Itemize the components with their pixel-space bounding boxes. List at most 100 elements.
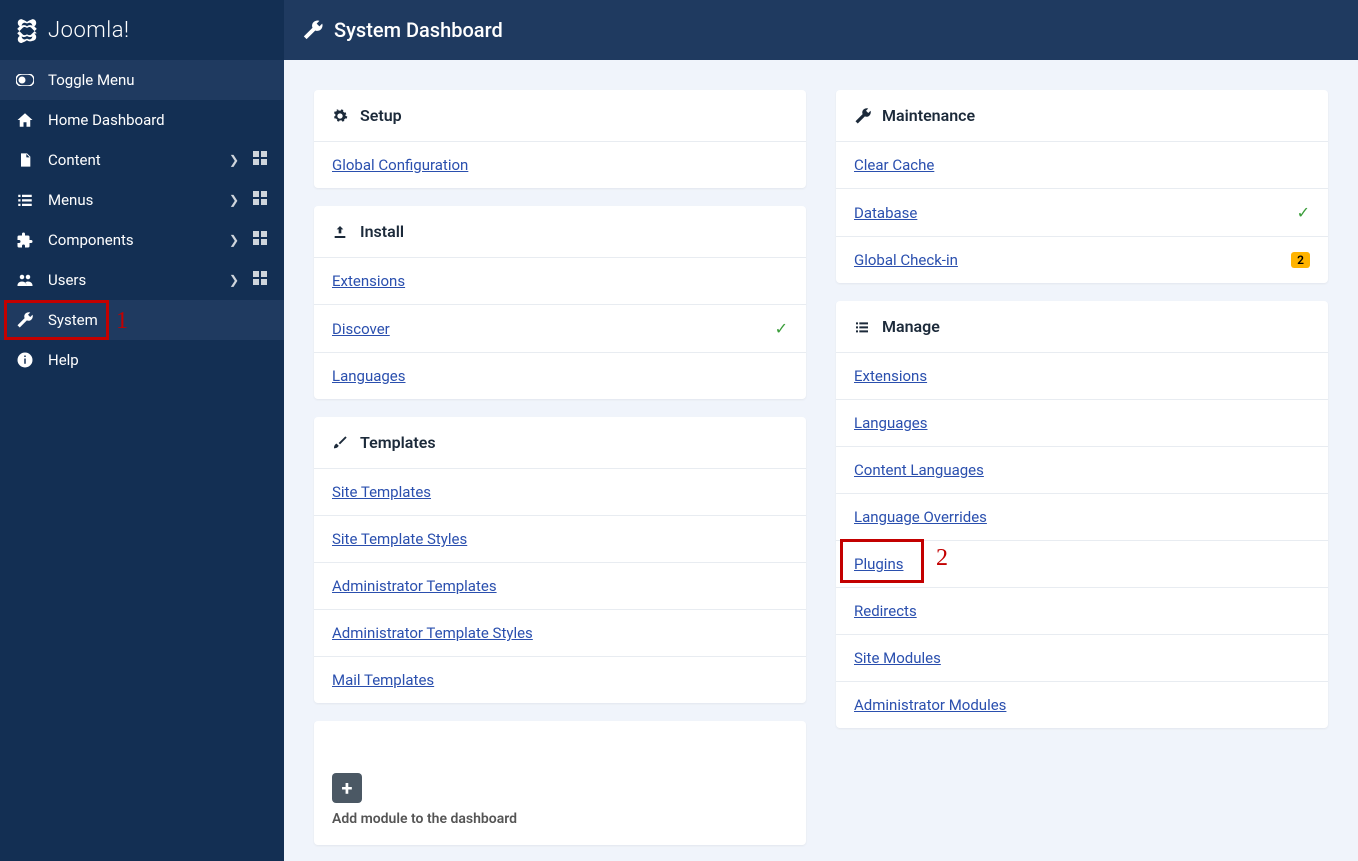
card-item: Languages <box>314 352 806 399</box>
card-item: Clear Cache <box>836 141 1328 188</box>
plus-icon: + <box>332 773 362 803</box>
add-module[interactable]: + Add module to the dashboard <box>314 721 806 845</box>
wrench-icon <box>854 107 872 125</box>
card-title: Manage <box>882 317 940 336</box>
home-icon <box>14 111 36 129</box>
card-item: Global Check-in 2 <box>836 236 1328 283</box>
card-item: Administrator Templates <box>314 562 806 609</box>
grid-icon[interactable] <box>250 151 270 169</box>
wrench-icon <box>302 19 324 41</box>
content: Setup Global Configuration Install Extensio… <box>284 60 1358 861</box>
annotation-number-2: 2 <box>936 545 948 572</box>
sidebar-item-components[interactable]: Components❯ <box>0 220 284 260</box>
card-maintenance: Maintenance Clear Cache Database ✓ Global Ch… <box>836 90 1328 283</box>
link-clear-cache[interactable]: Clear Cache <box>854 156 934 174</box>
link-languages[interactable]: Languages <box>332 367 406 385</box>
upload-icon <box>332 224 350 240</box>
link-mail-templates[interactable]: Mail Templates <box>332 671 434 689</box>
card-header: Install <box>314 206 806 257</box>
link-discover[interactable]: Discover <box>332 320 390 338</box>
chevron-right-icon[interactable]: ❯ <box>224 153 244 167</box>
chevron-right-icon[interactable]: ❯ <box>224 273 244 287</box>
card-title: Maintenance <box>882 106 975 125</box>
card-manage: Manage Extensions Languages Content Languag… <box>836 301 1328 728</box>
grid-icon[interactable] <box>250 231 270 249</box>
card-header: Templates <box>314 417 806 468</box>
chevron-right-icon[interactable]: ❯ <box>224 233 244 247</box>
sidebar-item-label: Users <box>48 271 224 289</box>
card-item: Site Templates <box>314 468 806 515</box>
card-item: Administrator Modules <box>836 681 1328 728</box>
link-plugins[interactable]: Plugins <box>854 555 903 573</box>
toggle-menu[interactable]: Toggle Menu <box>0 60 284 100</box>
link-administrator-template-styles[interactable]: Administrator Template Styles <box>332 624 533 642</box>
file-icon <box>14 151 36 169</box>
list-check-icon <box>854 319 872 335</box>
link-administrator-modules[interactable]: Administrator Modules <box>854 696 1006 714</box>
link-site-template-styles[interactable]: Site Template Styles <box>332 530 467 548</box>
annotation-number-1: 1 <box>116 308 128 335</box>
joomla-logo-icon <box>14 17 40 43</box>
link-content-languages[interactable]: Content Languages <box>854 461 984 479</box>
card-item: Administrator Template Styles <box>314 609 806 656</box>
brand-text: Joomla! <box>48 18 130 43</box>
info-icon <box>14 351 36 369</box>
sidebar-item-content[interactable]: Content❯ <box>0 140 284 180</box>
link-language-overrides[interactable]: Language Overrides <box>854 508 987 526</box>
card-item: Redirects <box>836 587 1328 634</box>
badge: 2 <box>1291 252 1310 268</box>
link-administrator-templates[interactable]: Administrator Templates <box>332 577 497 595</box>
sidebar-item-home-dashboard[interactable]: Home Dashboard <box>0 100 284 140</box>
link-extensions[interactable]: Extensions <box>332 272 405 290</box>
card-header: Manage <box>836 301 1328 352</box>
sidebar-item-users[interactable]: Users❯ <box>0 260 284 300</box>
sidebar-item-help[interactable]: Help <box>0 340 284 380</box>
card-title: Install <box>360 222 404 241</box>
card-setup: Setup Global Configuration <box>314 90 806 188</box>
card-item: Discover ✓ <box>314 304 806 352</box>
check-icon: ✓ <box>775 319 788 338</box>
add-module-label: Add module to the dashboard <box>332 811 788 827</box>
sidebar: Joomla! Toggle Menu Home DashboardConten… <box>0 0 284 861</box>
link-database[interactable]: Database <box>854 204 917 222</box>
chevron-right-icon[interactable]: ❯ <box>224 193 244 207</box>
sidebar-item-system[interactable]: System <box>0 300 284 340</box>
brush-icon <box>332 435 350 451</box>
wrench-icon <box>14 311 36 329</box>
link-global-check-in[interactable]: Global Check-in <box>854 251 958 269</box>
link-global-configuration[interactable]: Global Configuration <box>332 156 468 174</box>
sidebar-item-label: Help <box>48 351 270 369</box>
link-site-modules[interactable]: Site Modules <box>854 649 941 667</box>
card-item: Extensions <box>836 352 1328 399</box>
card-header: Maintenance <box>836 90 1328 141</box>
card-templates: Templates Site Templates Site Template Sty… <box>314 417 806 703</box>
check-icon: ✓ <box>1297 203 1310 222</box>
link-site-templates[interactable]: Site Templates <box>332 483 431 501</box>
grid-icon[interactable] <box>250 271 270 289</box>
card-item: Database ✓ <box>836 188 1328 236</box>
card-item: Mail Templates <box>314 656 806 703</box>
sidebar-item-menus[interactable]: Menus❯ <box>0 180 284 220</box>
sidebar-item-label: Components <box>48 231 224 249</box>
card-item: Content Languages <box>836 446 1328 493</box>
card-header: Setup <box>314 90 806 141</box>
page-title: System Dashboard <box>334 18 503 42</box>
link-extensions[interactable]: Extensions <box>854 367 927 385</box>
users-icon <box>14 271 36 289</box>
list-icon <box>14 191 36 209</box>
gear-icon <box>332 108 350 124</box>
card-item: Language Overrides <box>836 493 1328 540</box>
card-item: Site Template Styles <box>314 515 806 562</box>
brand[interactable]: Joomla! <box>0 0 284 60</box>
toggle-label: Toggle Menu <box>48 71 270 89</box>
link-redirects[interactable]: Redirects <box>854 602 917 620</box>
card-item: Global Configuration <box>314 141 806 188</box>
topbar: System Dashboard <box>284 0 1358 60</box>
card-item: Site Modules <box>836 634 1328 681</box>
sidebar-item-label: System <box>48 311 270 329</box>
link-languages[interactable]: Languages <box>854 414 928 432</box>
grid-icon[interactable] <box>250 191 270 209</box>
puzzle-icon <box>14 231 36 249</box>
card-item: Extensions <box>314 257 806 304</box>
card-title: Templates <box>360 433 436 452</box>
